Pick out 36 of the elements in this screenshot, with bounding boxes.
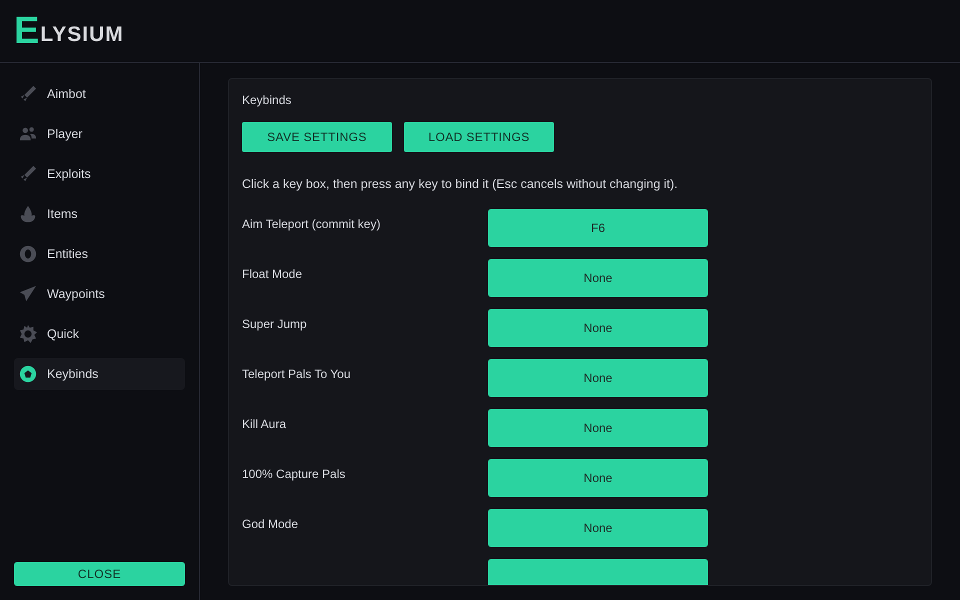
logo-text: LYSIUM — [40, 25, 124, 45]
sidebar-item[interactable]: Entities — [14, 238, 185, 270]
rocket-icon — [19, 165, 37, 183]
section-title: Keybinds — [242, 93, 292, 107]
keybind-label: Kill Aura — [242, 417, 288, 433]
sidebar-item[interactable]: Aimbot — [14, 78, 185, 110]
paper-plane-icon — [19, 285, 37, 303]
sidebar-item[interactable]: Waypoints — [14, 278, 185, 310]
ring-icon — [19, 245, 37, 263]
keybind-label: Float Mode — [242, 267, 304, 283]
settings-button[interactable]: LOAD SETTINGS — [404, 122, 554, 152]
key-box[interactable]: None — [488, 309, 708, 347]
instruction-text: Click a key box, then press any key to bind it (Esc cancels without changing it). — [242, 177, 679, 191]
gear-icon — [19, 325, 37, 343]
keybind-label: 100% Capture Pals — [242, 467, 346, 483]
settings-button[interactable]: SAVE SETTINGS — [242, 122, 392, 152]
key-box[interactable]: None — [488, 409, 708, 447]
key-box[interactable]: None — [488, 359, 708, 397]
close-button[interactable]: CLOSE — [14, 562, 185, 586]
sidebar-item[interactable]: Quick — [14, 318, 185, 350]
sidebar-item[interactable]: Exploits — [14, 158, 185, 190]
key-box[interactable]: None — [488, 259, 708, 297]
sidebar-item[interactable]: Player — [14, 118, 185, 150]
key-box[interactable]: None — [488, 509, 708, 547]
logo-letter: E — [14, 14, 40, 48]
keybind-label: Aim Teleport (commit key) — [242, 217, 382, 233]
keybind-label: Teleport Pals To You — [242, 367, 352, 383]
keybind-label: God Mode — [242, 517, 300, 533]
flame-icon — [19, 205, 37, 223]
people-icon — [19, 125, 37, 143]
key-box[interactable]: None — [488, 459, 708, 497]
rocket-icon — [19, 85, 37, 103]
sidebar-item[interactable]: Keybinds — [14, 358, 185, 390]
keybind-label: Super Jump — [242, 317, 308, 333]
key-box[interactable]: F6 — [488, 209, 708, 247]
sidebar-item[interactable]: Items — [14, 198, 185, 230]
